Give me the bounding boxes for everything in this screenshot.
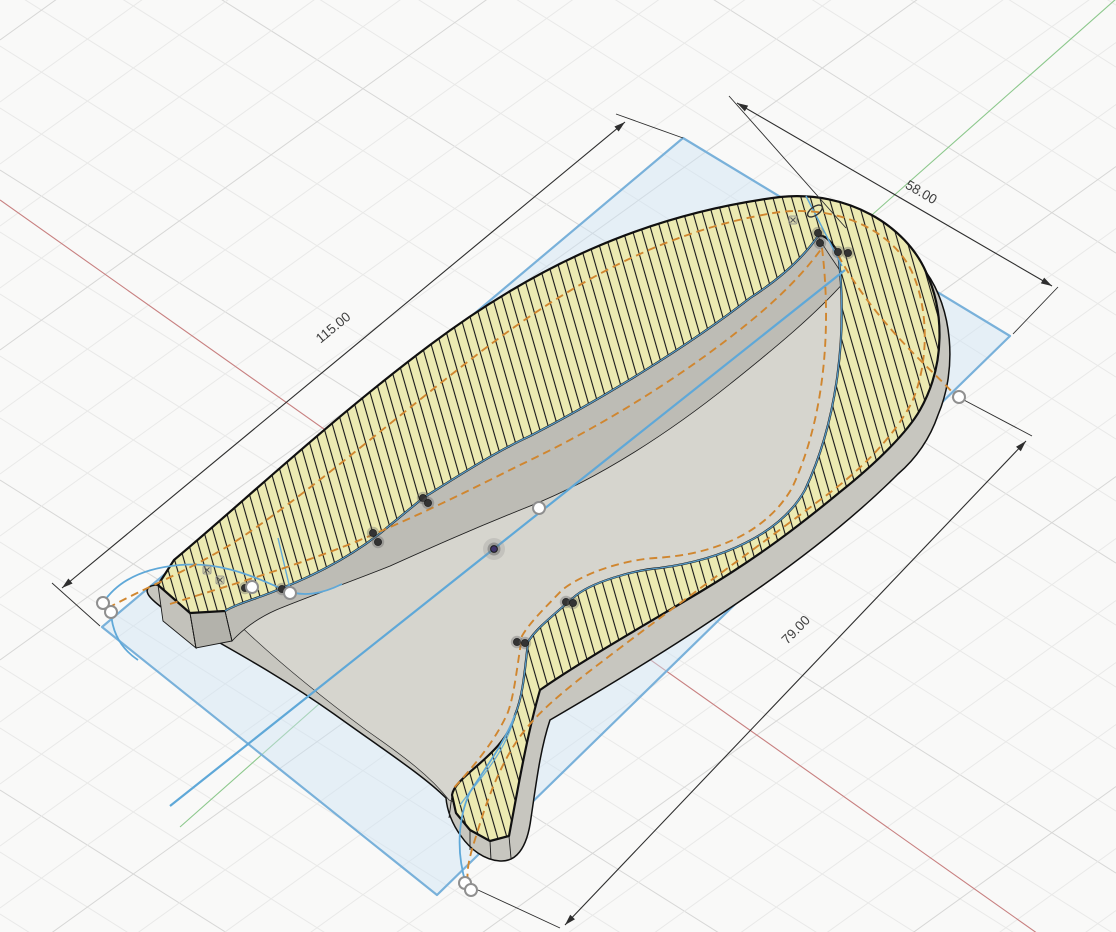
sketch-point[interactable]: [519, 637, 531, 649]
stern-wall-right[interactable]: [190, 611, 232, 648]
spline-handle-point[interactable]: [284, 587, 296, 599]
spline-handle-point[interactable]: [105, 606, 117, 618]
sketch-origin-point[interactable]: [483, 538, 505, 560]
sketch-point[interactable]: [567, 597, 579, 609]
spline-handle-point[interactable]: [533, 502, 545, 514]
constraint-icon[interactable]: [789, 216, 797, 224]
sketch-point[interactable]: [814, 237, 826, 249]
constraint-icon[interactable]: [203, 566, 211, 574]
spline-handle-point[interactable]: [465, 884, 477, 896]
cad-viewport: 115.0058.0079.00: [0, 0, 1116, 932]
spline-handle-point[interactable]: [953, 391, 965, 403]
constraint-icon[interactable]: [216, 576, 224, 584]
sketch-point[interactable]: [422, 497, 434, 509]
spline-handle-point[interactable]: [246, 581, 258, 593]
sketch-point[interactable]: [842, 247, 854, 259]
sketch-point[interactable]: [372, 536, 384, 548]
model-canvas[interactable]: 115.0058.0079.00: [0, 0, 1116, 932]
